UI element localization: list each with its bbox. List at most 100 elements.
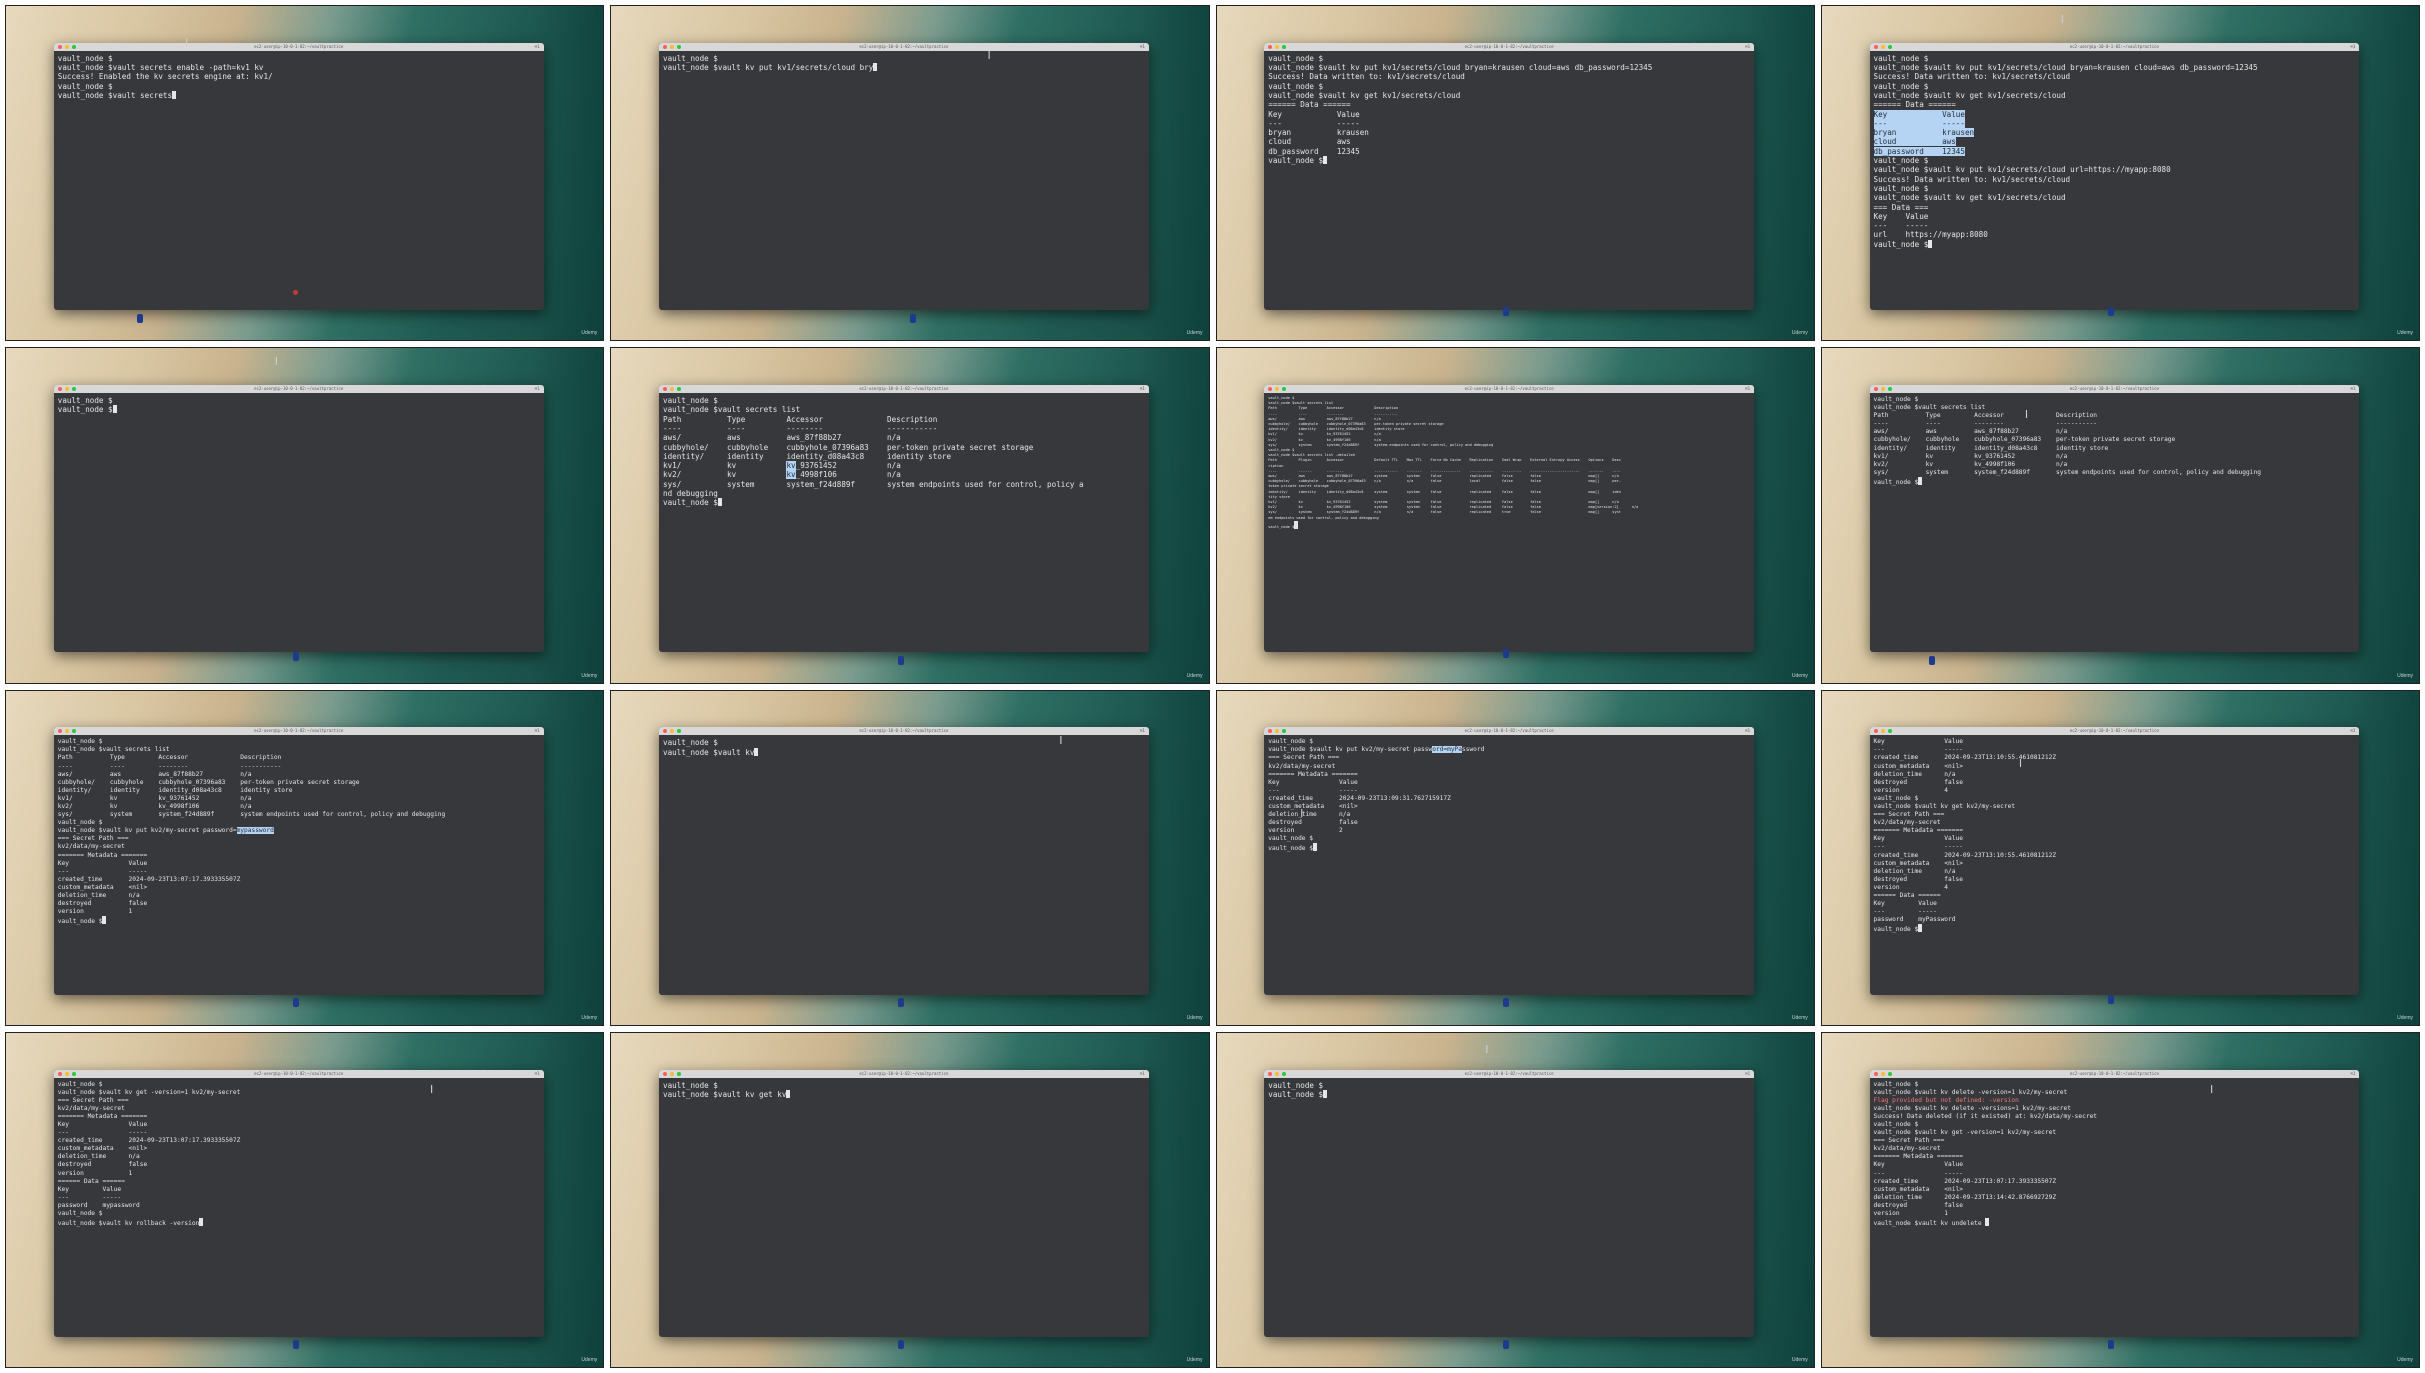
terminal-window[interactable]: ec2-user@ip-10-0-1-82:~/vaultpractice ⌘1 v…: [1264, 727, 1754, 995]
terminal-output[interactable]: vault_node $ vault_node $vault secrets li…: [1264, 393, 1754, 652]
terminal-titlebar[interactable]: ec2-user@ip-10-0-1-82:~/vaultpractice ⌘1: [1264, 385, 1754, 394]
terminal-title: ec2-user@ip-10-0-1-82:~/vaultpractice: [254, 1070, 344, 1076]
terminal-titlebar[interactable]: ec2-user@ip-10-0-1-82:~/vaultpractice ⌘1: [53, 1069, 544, 1078]
selected-text[interactable]: kv: [786, 470, 796, 480]
terminal-window[interactable]: ec2-user@ip-10-0-1-82:~/vaultpractice ⌘1 v…: [659, 42, 1149, 311]
terminal-window[interactable]: ec2-user@ip-10-0-1-82:~/vaultpractice ⌘1 v…: [53, 1069, 544, 1337]
terminal-line: nd debugging: [663, 488, 718, 498]
terminal-line: Key Value: [1873, 738, 1963, 746]
terminal-output[interactable]: vault_node $ vault_node $vault secrets li…: [659, 393, 1149, 652]
terminal-line: --- -----: [1873, 221, 1929, 231]
terminal-output[interactable]: vault_node $ vault_node $vault secrets en…: [54, 51, 544, 310]
beach-figure-icon: [1929, 655, 1936, 665]
terminal-line: cubbyhole/ cubbyhole cubbyhole_07396a83 …: [57, 778, 360, 786]
terminal-line: vault_node $: [1268, 520, 1750, 530]
terminal-titlebar[interactable]: ec2-user@ip-10-0-1-82:~/vaultpractice ⌘1: [53, 727, 544, 736]
udemy-watermark: Udemy: [581, 1014, 598, 1021]
terminal-output[interactable]: vault_node $ vault_node $vault kv delete …: [1870, 1078, 2360, 1337]
terminal-titlebar[interactable]: ec2-user@ip-10-0-1-82:~/vaultpractice ⌘1: [1869, 1069, 2360, 1078]
terminal-line: Success! Enabled the kv secrets engine a…: [57, 72, 273, 82]
terminal-window[interactable]: ec2-user@ip-10-0-1-82:~/vaultpractice ⌘1 v…: [1869, 42, 2360, 311]
udemy-watermark: Udemy: [1186, 330, 1203, 337]
terminal-window[interactable]: ec2-user@ip-10-0-1-82:~/vaultpractice ⌘1 K…: [1869, 727, 2360, 995]
terminal-titlebar[interactable]: ec2-user@ip-10-0-1-82:~/vaultpractice ⌘1: [53, 385, 544, 394]
terminal-titlebar[interactable]: ec2-user@ip-10-0-1-82:~/vaultpractice ⌘1: [53, 42, 544, 51]
terminal-line: vault_node $: [1268, 835, 1313, 843]
terminal-line: created_time 2024-09-23T13:10:55.4610812…: [1873, 851, 2057, 859]
terminal-output[interactable]: vault_node $ vault_node $vault kv put kv1…: [659, 51, 1149, 310]
terminal-line: vault_node $: [58, 405, 540, 414]
terminal-output[interactable]: vault_node $ vault_node $: [54, 393, 544, 652]
terminal-titlebar[interactable]: ec2-user@ip-10-0-1-82:~/vaultpractice ⌘1: [1264, 727, 1754, 736]
terminal-window[interactable]: ec2-user@ip-10-0-1-82:~/vaultpractice ⌘1 v…: [659, 1069, 1149, 1337]
terminal-output[interactable]: vault_node $ vault_node $vault kv put kv1…: [1264, 51, 1754, 310]
terminal-line: vault_node $: [57, 1080, 103, 1088]
terminal-window[interactable]: ec2-user@ip-10-0-1-82:~/vaultpractice ⌘1 v…: [1264, 385, 1754, 653]
terminal-title: ec2-user@ip-10-0-1-82:~/vaultpractice: [2069, 1070, 2159, 1076]
terminal-window[interactable]: ec2-user@ip-10-0-1-82:~/vaultpractice ⌘1 v…: [1264, 1069, 1754, 1337]
terminal-output[interactable]: vault_node $ vault_node $vault secrets li…: [1870, 393, 2360, 652]
terminal-titlebar[interactable]: ec2-user@ip-10-0-1-82:~/vaultpractice ⌘1: [659, 42, 1149, 51]
terminal-line: kv1/ kv kv_93761452 n/a: [663, 461, 901, 471]
terminal-titlebar[interactable]: ec2-user@ip-10-0-1-82:~/vaultpractice ⌘1: [659, 1069, 1149, 1078]
terminal-line: created_time 2024-09-23T13:07:17.3933355…: [57, 1137, 241, 1145]
beach-figure-icon: [897, 998, 904, 1007]
terminal-line: vault_node $vault kv put kv2/my-secret p…: [57, 827, 274, 835]
terminal-line: ====== Data ======: [1873, 892, 1941, 900]
selected-text[interactable]: bryan krausen: [1873, 128, 1975, 138]
terminal-window[interactable]: ec2-user@ip-10-0-1-82:~/vaultpractice ⌘1 v…: [1869, 385, 2360, 653]
terminal-line: destroyed false: [1873, 778, 1963, 786]
selected-text[interactable]: mypassword: [236, 827, 274, 835]
terminal-output[interactable]: vault_node $ vault_node $vault kv get kv: [659, 1078, 1149, 1337]
terminal-line: ---- ---- -------- -----------: [57, 762, 282, 770]
selected-text[interactable]: ord=myPa: [1432, 746, 1462, 754]
terminal-cursor: [112, 405, 117, 414]
udemy-watermark: Udemy: [581, 672, 598, 679]
terminal-line: vault_node $: [57, 53, 113, 63]
terminal-window[interactable]: ec2-user@ip-10-0-1-82:~/vaultpractice ⌘1 v…: [53, 727, 544, 995]
terminal-titlebar[interactable]: ec2-user@ip-10-0-1-82:~/vaultpractice ⌘1: [1869, 385, 2360, 394]
selected-text[interactable]: Key Value: [1873, 109, 1965, 119]
tab-shortcut: ⌘1: [534, 386, 540, 392]
terminal-window[interactable]: ec2-user@ip-10-0-1-82:~/vaultpractice ⌘1 v…: [1869, 1069, 2360, 1337]
terminal-line: vault_node $vault kv get kv: [663, 1089, 1145, 1099]
terminal-titlebar[interactable]: ec2-user@ip-10-0-1-82:~/vaultpractice ⌘1: [1264, 42, 1754, 51]
selected-text[interactable]: --- -----: [1873, 118, 1965, 128]
terminal-output[interactable]: vault_node $ vault_node $vault kv put kv1…: [1870, 51, 2360, 310]
terminal-cursor: [717, 498, 722, 507]
terminal-output[interactable]: vault_node $ vault_node $vault kv get -ve…: [54, 1078, 544, 1337]
terminal-output[interactable]: vault_node $ vault_node $vault kv: [659, 735, 1149, 994]
terminal-titlebar[interactable]: ec2-user@ip-10-0-1-82:~/vaultpractice ⌘1: [1264, 1069, 1754, 1078]
terminal-output[interactable]: vault_node $ vault_node $vault secrets li…: [54, 735, 544, 994]
terminal-line: version 1: [57, 908, 133, 916]
terminal-window[interactable]: ec2-user@ip-10-0-1-82:~/vaultpractice ⌘1 v…: [53, 385, 544, 653]
terminal-titlebar[interactable]: ec2-user@ip-10-0-1-82:~/vaultpractice ⌘1: [1869, 42, 2360, 51]
terminal-line: vault_node $vault kv rollback -version: [58, 1218, 540, 1228]
terminal-titlebar[interactable]: ec2-user@ip-10-0-1-82:~/vaultpractice ⌘1: [659, 727, 1149, 736]
terminal-window[interactable]: ec2-user@ip-10-0-1-82:~/vaultpractice ⌘1 v…: [53, 42, 544, 311]
terminal-output[interactable]: vault_node $ vault_node $vault kv put kv2…: [1264, 735, 1754, 994]
terminal-line: vault_node $: [1268, 738, 1313, 746]
text-cursor-icon: I: [2018, 757, 2023, 771]
terminal-window[interactable]: ec2-user@ip-10-0-1-82:~/vaultpractice ⌘1 v…: [659, 385, 1149, 653]
terminal-window[interactable]: ec2-user@ip-10-0-1-82:~/vaultpractice ⌘1 v…: [659, 727, 1149, 995]
terminal-titlebar[interactable]: ec2-user@ip-10-0-1-82:~/vaultpractice ⌘1: [659, 385, 1149, 394]
terminal-titlebar[interactable]: ec2-user@ip-10-0-1-82:~/vaultpractice ⌘1: [1869, 727, 2360, 736]
terminal-line: kv2/data/my-secret: [1873, 1145, 1941, 1153]
terminal-line: destroyed false: [57, 900, 148, 908]
terminal-line: sys/ system system_f24d889f system endpo…: [57, 811, 446, 819]
text-cursor-icon: I: [1485, 1042, 1489, 1056]
terminal-line: vault_node $: [1268, 53, 1324, 63]
selected-text[interactable]: kv: [786, 461, 796, 471]
terminal-line: deletion_time 2024-09-23T13:14:42.876692…: [1873, 1193, 2057, 1201]
terminal-line: kv2/data/my-secret: [57, 843, 125, 851]
selected-text[interactable]: db_password 12345: [1873, 146, 1965, 156]
selected-text[interactable]: cloud aws: [1873, 137, 1956, 147]
screenshot-frame-14: ec2-user@ip-10-0-1-82:~/vaultpractice ⌘1 v…: [610, 1031, 1210, 1368]
terminal-line: === Secret Path ===: [1873, 811, 1945, 819]
terminal-output[interactable]: vault_node $ vault_node $: [1264, 1078, 1754, 1337]
terminal-line: ======= Metadata =======: [57, 1112, 148, 1120]
terminal-output[interactable]: Key Value --- ----- created_time 2024-09-2…: [1870, 735, 2360, 994]
tab-shortcut: ⌘1: [1745, 1070, 1750, 1076]
terminal-window[interactable]: ec2-user@ip-10-0-1-82:~/vaultpractice ⌘1 v…: [1264, 42, 1754, 311]
